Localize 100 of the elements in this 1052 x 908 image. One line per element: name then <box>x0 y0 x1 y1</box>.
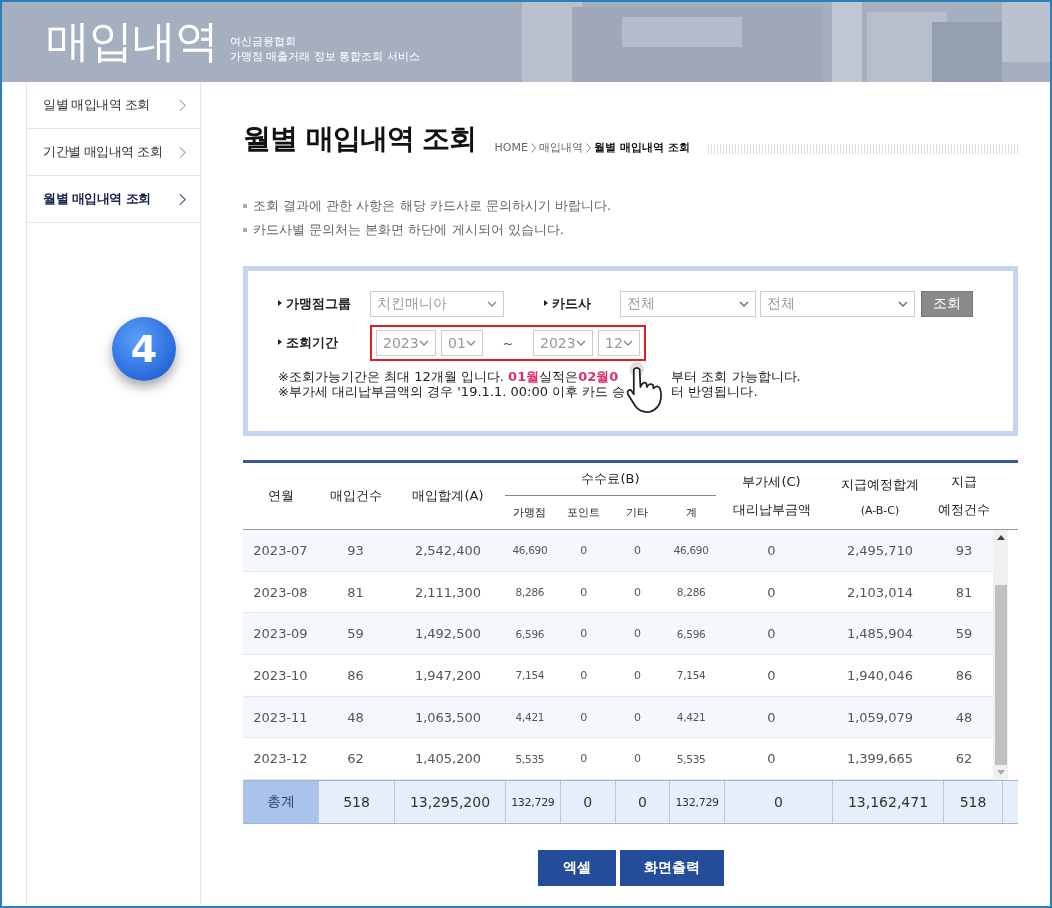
table-cell-text: 2023-08 <box>252 583 309 602</box>
total-cell: 132,729 <box>670 781 725 823</box>
table-cell-text: 0 <box>632 709 642 726</box>
table-cell-text: 1,947,200 <box>413 666 483 685</box>
column-header: 지급예정합계 <box>841 475 919 494</box>
caret-icon <box>739 301 749 307</box>
field-label: 가맹점그룹 <box>278 295 366 313</box>
table-cell-text: 7,154 <box>675 668 707 684</box>
banner-subtitle: 여신금융협회 <box>230 33 297 49</box>
table-cell-text: 0 <box>632 751 642 768</box>
table-cell-text: 62 <box>346 750 365 769</box>
chevron-icon <box>585 142 591 153</box>
table-cell-text: 48 <box>346 708 365 727</box>
table-cell-text: 1,405,200 <box>413 750 483 769</box>
table-cell-text: 2023-11 <box>252 708 309 727</box>
table-cell-text: 0 <box>766 625 777 644</box>
table-cell-text: 59 <box>954 625 974 644</box>
table-cell-text: 0 <box>766 541 777 560</box>
caret-icon <box>487 301 497 307</box>
table-cell-text: 46,690 <box>511 543 549 559</box>
up-arrow-icon[interactable] <box>996 535 1005 540</box>
total-cell: 518 <box>944 781 1003 823</box>
table-cell-text: 81 <box>346 583 365 602</box>
table-cell-text: 93 <box>954 541 974 560</box>
column-header: 포인트 <box>566 505 602 521</box>
note-text: 부터 조회 가능합니다. <box>671 369 801 384</box>
notice-text: 카드사별 문의처는 본화면 하단에 게시되어 있습니다. <box>243 218 1018 242</box>
step-badge: 4 <box>112 317 176 381</box>
table-cell-text: 7,154 <box>514 668 546 684</box>
table-cell-text: 5,535 <box>514 751 546 767</box>
caret-icon <box>466 340 476 346</box>
search-button[interactable]: 조회 <box>921 291 973 317</box>
field-label: 카드사 <box>544 295 616 313</box>
note-text: ※조회가능기간은 최대 12개월 입니다. 01월실적은02월0 <box>278 369 620 384</box>
column-header: 부가세(C) <box>742 473 801 491</box>
table-cell-text: 0 <box>579 542 589 559</box>
table-cell-text: 5,535 <box>675 751 707 767</box>
table-cell-text: 4,421 <box>675 710 707 725</box>
table-cell-text: 0 <box>766 666 777 685</box>
total-cell: 518 <box>319 781 395 823</box>
chevron-icon <box>179 145 186 159</box>
column-header: 예정건수 <box>938 501 990 519</box>
table-cell-text: 0 <box>766 750 777 769</box>
table-cell-text: 1,399,665 <box>845 750 915 769</box>
chevron-icon <box>179 192 186 206</box>
table-cell-text: 0 <box>632 584 642 601</box>
table-cell-text: 2023-12 <box>252 750 309 769</box>
table-cell-text: 0 <box>632 667 642 684</box>
table-cell-text: 2,542,400 <box>413 541 483 560</box>
breadcrumb-link[interactable]: 월별 매입내역 조회 <box>593 140 690 155</box>
table-cell-text: 2023-09 <box>252 625 309 644</box>
table-cell-text: 1,063,500 <box>413 708 483 727</box>
column-header: 가맹점 <box>512 505 548 521</box>
action-button[interactable]: 화면출력 <box>619 850 724 886</box>
action-button[interactable]: 엑셀 <box>537 850 616 886</box>
table-cell-text: 4,421 <box>514 710 546 725</box>
table-cell-text: 6,596 <box>675 626 707 642</box>
column-header: 수수료(B) <box>505 463 716 496</box>
notice-text: 조회 결과에 관한 사항은 해당 카드사로 문의하시기 바랍니다. <box>243 194 1018 218</box>
table-cell-text: 1,940,046 <box>845 666 915 685</box>
total-cell: 13,295,200 <box>395 781 506 823</box>
banner-subtitle: 가맹점 매출거래 정보 통합조회 서비스 <box>230 48 420 64</box>
total-cell: 132,729 <box>506 781 561 823</box>
table-cell-text: 0 <box>579 751 589 768</box>
column-header: (A-B-C) <box>860 503 900 517</box>
chevron-icon <box>530 142 536 153</box>
breadcrumb-link[interactable]: 매입내역 <box>538 140 583 155</box>
table-cell-text: 8,286 <box>514 585 546 600</box>
total-cell: 0 <box>560 781 616 823</box>
table-cell-text: 1,492,500 <box>413 625 483 644</box>
table-cell-text: 59 <box>346 625 365 644</box>
note-text: 터 반영됩니다. <box>671 384 759 399</box>
table-cell-text: 86 <box>954 666 974 685</box>
table-cell-text: 93 <box>346 541 365 560</box>
total-cell: 0 <box>615 781 671 823</box>
breadcrumb-link[interactable]: HOME <box>494 141 528 154</box>
sidebar-item[interactable]: 월별 매입내역 조회 <box>27 176 200 223</box>
table-cell-text: 81 <box>954 583 974 602</box>
table-cell-text: 2,495,710 <box>845 541 915 560</box>
table-cell-text: 2,103,014 <box>845 583 915 602</box>
table-cell-text: 6,596 <box>514 626 546 642</box>
column-header: 계 <box>684 505 698 521</box>
column-header: 지급 <box>951 473 977 491</box>
down-arrow-icon[interactable] <box>996 770 1005 775</box>
table-cell-text: 0 <box>579 584 589 601</box>
sidebar-item[interactable]: 일별 매입내역 조회 <box>27 82 200 129</box>
scrollbar[interactable] <box>993 530 1008 780</box>
table-cell-text: 0 <box>766 708 777 727</box>
table-cell-text: 0 <box>579 709 589 726</box>
caret-icon <box>419 340 429 346</box>
sidebar-item[interactable]: 기간별 매입내역 조회 <box>27 129 200 176</box>
table-cell-text: 1,059,079 <box>845 708 915 727</box>
table-cell-text: 46,690 <box>672 543 710 559</box>
caret-icon <box>623 340 633 346</box>
table-cell-text: 0 <box>579 667 589 684</box>
table-cell-text: 48 <box>954 708 974 727</box>
total-cell: 13,162,471 <box>833 781 944 823</box>
page-title: 월별 매입내역 조회 <box>243 121 477 157</box>
column-header: 기타 <box>625 505 650 521</box>
table-cell-text: 0 <box>632 626 642 643</box>
